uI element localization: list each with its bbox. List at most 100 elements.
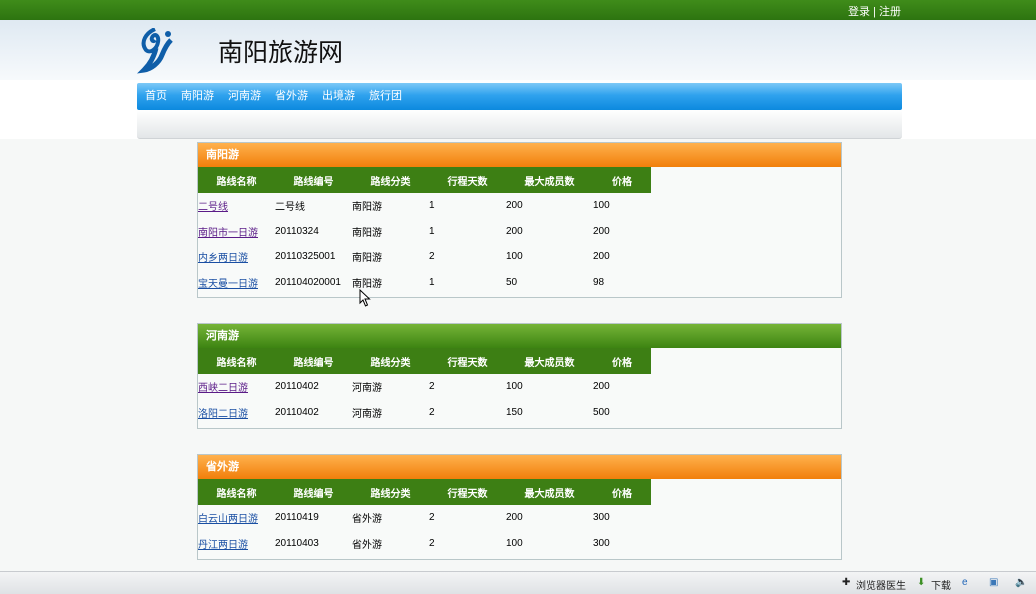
section-title: 省外游: [198, 455, 841, 479]
column-header: 路线名称: [198, 167, 275, 193]
browser-doctor-icon[interactable]: ✚: [842, 577, 850, 588]
column-header: 最大成员数: [506, 348, 593, 374]
route-link[interactable]: 白云山两日游: [198, 514, 258, 525]
section-other-province: 省外游 路线名称 路线编号 路线分类 行程天数 最大成员数 价格 白云山两日游 …: [197, 454, 842, 560]
nav-outbound[interactable]: 出境游: [322, 83, 355, 110]
separator: |: [873, 6, 876, 18]
route-link[interactable]: 内乡两日游: [198, 253, 248, 264]
mouse-cursor-icon: [359, 289, 371, 307]
route-link[interactable]: 西峡二日游: [198, 383, 248, 394]
column-header: 路线分类: [352, 479, 429, 505]
max-members: 100: [506, 251, 523, 263]
column-header: 价格: [593, 167, 651, 193]
route-link[interactable]: 南阳市一日游: [198, 228, 258, 239]
login-link[interactable]: 登录: [848, 6, 870, 18]
route-category: 河南游: [352, 408, 382, 420]
max-members: 200: [506, 200, 523, 212]
column-header: 路线编号: [275, 348, 352, 374]
nav-other-province[interactable]: 省外游: [275, 83, 308, 110]
table-row: 白云山两日游 20110419 省外游 2 200 300: [198, 505, 651, 531]
site-title: 南阳旅游网: [218, 38, 344, 67]
column-header: 路线名称: [198, 348, 275, 374]
section-nanyang: 南阳游 路线名称 路线编号 路线分类 行程天数 最大成员数 价格 二号线 二号线…: [197, 142, 842, 298]
column-header: 路线编号: [275, 167, 352, 193]
table-row: 内乡两日游 20110325001 南阳游 2 100 200: [198, 244, 651, 270]
column-header: 价格: [593, 479, 651, 505]
price: 300: [593, 512, 610, 524]
column-header: 路线编号: [275, 479, 352, 505]
account-links: 登录 | 注册: [848, 3, 901, 19]
table-header: 路线名称 路线编号 路线分类 行程天数 最大成员数 价格: [198, 479, 651, 505]
route-category: 省外游: [352, 514, 382, 526]
route-link[interactable]: 二号线: [198, 202, 228, 213]
route-code: 二号线: [275, 202, 305, 214]
max-members: 150: [506, 406, 523, 418]
ie-icon[interactable]: e: [962, 577, 968, 588]
route-table: 路线名称 路线编号 路线分类 行程天数 最大成员数 价格 二号线 二号线 南阳游…: [198, 167, 651, 295]
column-header: 行程天数: [429, 348, 506, 374]
route-code: 20110324: [275, 225, 319, 237]
route-link[interactable]: 宝天曼一日游: [198, 279, 258, 290]
column-header: 最大成员数: [506, 479, 593, 505]
route-category: 南阳游: [352, 227, 382, 239]
price: 200: [593, 251, 610, 263]
price: 200: [593, 381, 610, 393]
route-code: 201104020001: [275, 276, 341, 288]
table-header: 路线名称 路线编号 路线分类 行程天数 最大成员数 价格: [198, 167, 651, 193]
price: 200: [593, 225, 610, 237]
route-code: 20110402: [275, 381, 319, 393]
route-code: 20110402: [275, 406, 319, 418]
price: 98: [593, 276, 605, 288]
table-row: 洛阳二日游 20110402 河南游 2 150 500: [198, 400, 651, 426]
trip-days: 1: [429, 200, 435, 212]
nav-home[interactable]: 首页: [145, 83, 167, 110]
section-title: 南阳游: [198, 143, 841, 167]
max-members: 50: [506, 276, 518, 288]
table-row: 西峡二日游 20110402 河南游 2 100 200: [198, 374, 651, 400]
route-code: 20110325001: [275, 251, 336, 263]
column-header: 价格: [593, 348, 651, 374]
trip-days: 1: [429, 276, 435, 288]
route-code: 20110403: [275, 537, 319, 549]
price: 300: [593, 537, 610, 549]
download-label[interactable]: 下载: [931, 577, 951, 592]
route-category: 南阳游: [352, 202, 382, 214]
download-icon[interactable]: ⬇: [917, 577, 925, 588]
sub-navigation-bar: [137, 110, 902, 139]
main-navigation: 首页 南阳游 河南游 省外游 出境游 旅行团: [137, 83, 902, 110]
column-header: 行程天数: [429, 167, 506, 193]
column-header: 路线名称: [198, 479, 275, 505]
route-category: 省外游: [352, 539, 382, 551]
nav-henan[interactable]: 河南游: [228, 83, 261, 110]
max-members: 100: [506, 381, 523, 393]
column-header: 路线分类: [352, 167, 429, 193]
route-link[interactable]: 洛阳二日游: [198, 409, 248, 420]
trip-days: 2: [429, 406, 435, 418]
section-henan: 河南游 路线名称 路线编号 路线分类 行程天数 最大成员数 价格 西峡二日游 2…: [197, 323, 842, 429]
site-logo: [137, 28, 173, 74]
table-row: 二号线 二号线 南阳游 1 200 100: [198, 193, 651, 219]
speaker-icon[interactable]: 🔈: [1015, 577, 1027, 588]
column-header: 最大成员数: [506, 167, 593, 193]
max-members: 200: [506, 512, 523, 524]
trip-days: 2: [429, 251, 435, 263]
table-row: 丹江两日游 20110403 省外游 2 100 300: [198, 531, 651, 557]
section-title: 河南游: [198, 324, 841, 348]
register-link[interactable]: 注册: [879, 6, 901, 18]
route-table: 路线名称 路线编号 路线分类 行程天数 最大成员数 价格 西峡二日游 20110…: [198, 348, 651, 425]
table-header: 路线名称 路线编号 路线分类 行程天数 最大成员数 价格: [198, 348, 651, 374]
trip-days: 2: [429, 512, 435, 524]
window-icon[interactable]: ▣: [989, 577, 998, 588]
max-members: 200: [506, 225, 523, 237]
nav-tour-group[interactable]: 旅行团: [369, 83, 402, 110]
top-bar: 登录 | 注册: [0, 0, 1036, 20]
nav-nanyang[interactable]: 南阳游: [181, 83, 214, 110]
browser-status-bar: ✚ 浏览器医生 ⬇ 下载 e ▣ 🔈: [0, 571, 1036, 594]
browser-doctor-label[interactable]: 浏览器医生: [856, 577, 906, 592]
trip-days: 2: [429, 381, 435, 393]
route-category: 南阳游: [352, 253, 382, 265]
route-table: 路线名称 路线编号 路线分类 行程天数 最大成员数 价格 白云山两日游 2011…: [198, 479, 651, 556]
price: 100: [593, 200, 610, 212]
route-link[interactable]: 丹江两日游: [198, 540, 248, 551]
route-code: 20110419: [275, 512, 319, 524]
